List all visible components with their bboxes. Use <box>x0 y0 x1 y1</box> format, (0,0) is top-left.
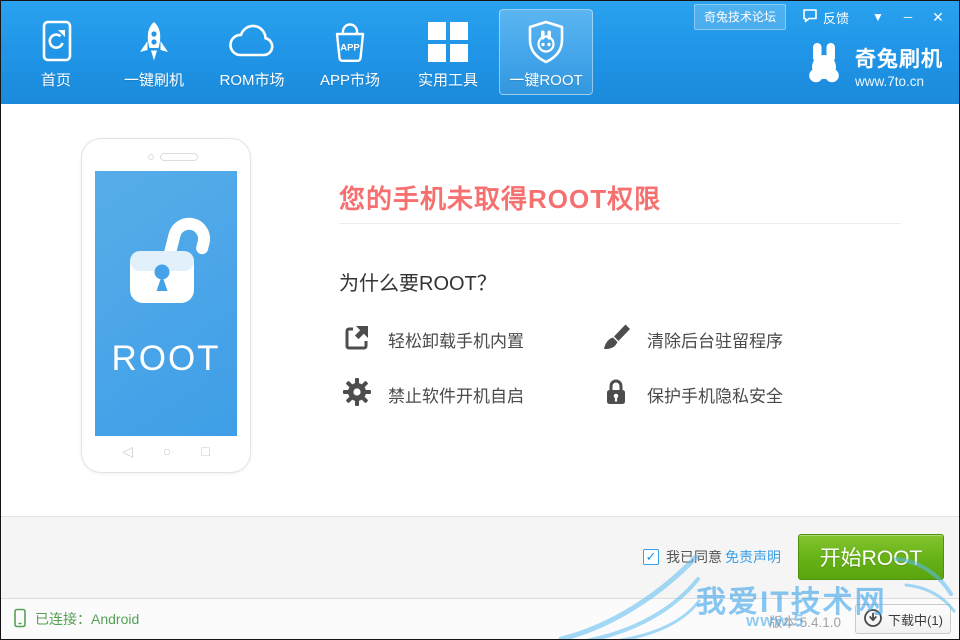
svg-text:APP: APP <box>340 43 360 54</box>
shield-rabbit-icon <box>523 17 569 67</box>
status-bar: 已连接：Android 版本:5.4.1.0 下载中(1) <box>1 598 959 639</box>
unlocked-padlock-icon <box>114 209 218 318</box>
tab-home-label: 首页 <box>41 69 71 90</box>
menu-dropdown-button[interactable]: ▼ <box>863 8 893 26</box>
why-root-heading: 为什么要ROOT？ <box>339 267 497 296</box>
phone-root-label: ROOT <box>95 339 237 379</box>
feature-label: 禁止软件开机自启 <box>388 382 524 407</box>
main-nav: 首页 一键刷机 ROM市场 APP APP市场 <box>7 1 595 104</box>
cloud-icon <box>226 17 278 67</box>
speaker-slot <box>160 153 198 161</box>
window-controls: 奇兔技术论坛 反馈 ▼ ─ ✕ <box>694 4 953 30</box>
android-home-icon: ○ <box>163 443 171 460</box>
app-window: 首页 一键刷机 ROM市场 APP APP市场 <box>0 0 960 640</box>
minimize-button[interactable]: ─ <box>893 8 923 26</box>
feedback-label: 反馈 <box>823 8 849 27</box>
connection-label: 已连接：Android <box>35 609 139 629</box>
feature-uninstall: 轻松卸载手机内置 <box>342 322 524 357</box>
agree-label: 我已同意 <box>666 547 722 567</box>
download-icon <box>863 608 883 631</box>
connected-phone-icon <box>13 608 27 631</box>
main-content: ROOT ◁ ○ □ 您的手机未取得ROOT权限 为什么要ROOT？ 轻松卸载手… <box>1 104 959 516</box>
home-refresh-icon <box>34 17 78 67</box>
download-label: 下载中(1) <box>888 610 943 629</box>
tab-home[interactable]: 首页 <box>7 1 105 104</box>
rocket-icon <box>132 17 176 67</box>
version-label: 版本:5.4.1.0 <box>769 611 841 631</box>
camera-dot <box>148 154 154 160</box>
tools-grid-icon <box>428 17 468 67</box>
feedback-button[interactable]: 反馈 <box>802 8 849 27</box>
download-button[interactable]: 下载中(1) <box>855 604 951 634</box>
agree-group: ✓ 我已同意免责声明 <box>643 547 781 567</box>
brand-url: www.7to.cn <box>855 74 943 89</box>
feature-autostart: 禁止软件开机自启 <box>342 377 524 412</box>
feature-clean: 清除后台驻留程序 <box>601 322 783 357</box>
title-divider <box>339 223 901 224</box>
action-bar: ✓ 我已同意免责声明 开始ROOT <box>1 516 959 598</box>
phone-screen: ROOT <box>95 171 237 436</box>
header: 首页 一键刷机 ROM市场 APP APP市场 <box>1 1 959 104</box>
tab-flash-label: 一键刷机 <box>124 69 184 90</box>
forum-button[interactable]: 奇兔技术论坛 <box>694 4 786 30</box>
page-title: 您的手机未取得ROOT权限 <box>339 179 661 216</box>
phone-nav-buttons: ◁ ○ □ <box>82 443 250 460</box>
tab-tools-label: 实用工具 <box>418 69 478 90</box>
tab-one-key-root[interactable]: 一键ROOT <box>497 1 595 104</box>
feature-label: 轻松卸载手机内置 <box>388 327 524 352</box>
gear-icon <box>342 377 372 412</box>
rabbit-logo-icon <box>802 41 846 90</box>
lock-icon <box>601 377 631 412</box>
android-back-icon: ◁ <box>122 443 133 460</box>
tab-rom-label: ROM市场 <box>220 69 285 90</box>
uninstall-icon <box>342 322 372 357</box>
connection-status: 已连接：Android <box>13 599 139 639</box>
shopping-bag-icon: APP <box>327 17 373 67</box>
tab-rom-market[interactable]: ROM市场 <box>203 1 301 104</box>
close-button[interactable]: ✕ <box>923 7 953 28</box>
tab-one-key-flash[interactable]: 一键刷机 <box>105 1 203 104</box>
tab-app-label: APP市场 <box>320 69 380 90</box>
disclaimer-link[interactable]: 免责声明 <box>725 547 781 567</box>
feature-privacy: 保护手机隐私安全 <box>601 377 783 412</box>
speech-bubble-icon <box>802 8 818 26</box>
android-recent-icon: □ <box>201 443 209 460</box>
tab-app-market[interactable]: APP APP市场 <box>301 1 399 104</box>
feature-label: 清除后台驻留程序 <box>647 327 783 352</box>
brand-name: 奇兔刷机 <box>855 43 943 73</box>
tab-root-label: 一键ROOT <box>509 69 582 90</box>
phone-illustration: ROOT ◁ ○ □ <box>81 138 251 473</box>
agree-checkbox[interactable]: ✓ <box>643 549 659 565</box>
brand-logo: 奇兔刷机 www.7to.cn <box>802 41 943 90</box>
start-root-button[interactable]: 开始ROOT <box>798 534 944 580</box>
feature-label: 保护手机隐私安全 <box>647 382 783 407</box>
tab-tools[interactable]: 实用工具 <box>399 1 497 104</box>
brush-icon <box>601 322 631 357</box>
